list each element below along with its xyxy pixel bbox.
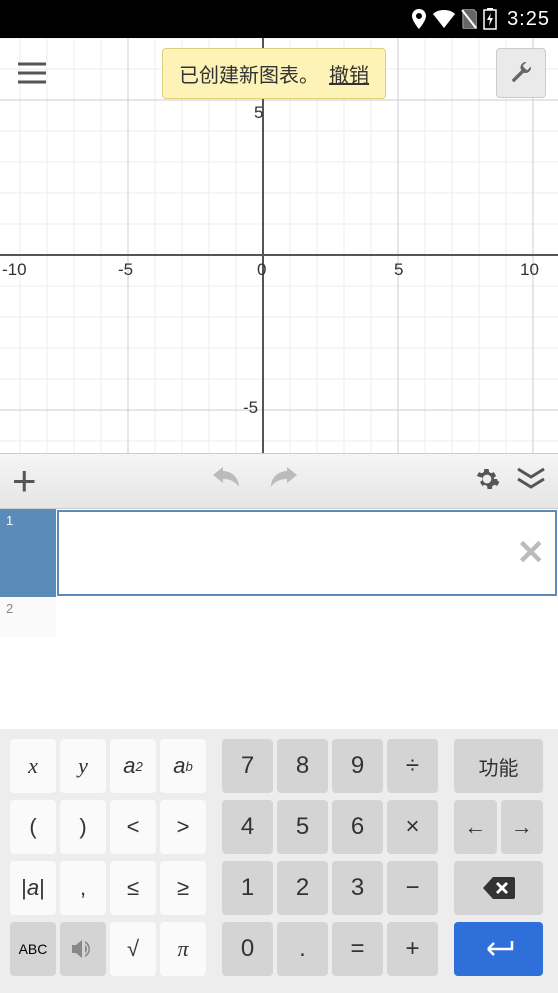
graph-settings-button[interactable] xyxy=(496,48,546,98)
key-gt[interactable]: > xyxy=(160,800,206,854)
key-6[interactable]: 6 xyxy=(332,800,383,854)
expression-row-2[interactable]: 2 xyxy=(0,597,558,637)
key-minus[interactable]: − xyxy=(387,861,438,915)
key-sqrt[interactable]: √ xyxy=(110,922,156,976)
key-a-power-b[interactable]: ab xyxy=(160,739,206,793)
undo-link[interactable]: 撤销 xyxy=(329,59,369,88)
key-0[interactable]: 0 xyxy=(222,922,273,976)
toast-notification: 已创建新图表。 撤销 xyxy=(162,48,386,99)
key-9[interactable]: 9 xyxy=(332,739,383,793)
key-equals[interactable]: = xyxy=(332,922,383,976)
x-tick-10: 10 xyxy=(520,260,539,280)
expression-list: 1 ✕ 2 xyxy=(0,509,558,729)
key-decimal[interactable]: . xyxy=(277,922,328,976)
key-lparen[interactable]: ( xyxy=(10,800,56,854)
key-2[interactable]: 2 xyxy=(277,861,328,915)
collapse-keyboard-button[interactable] xyxy=(516,467,546,496)
key-a-squared[interactable]: a2 xyxy=(110,739,156,793)
key-plus[interactable]: + xyxy=(387,922,438,976)
key-enter[interactable] xyxy=(454,922,543,976)
redo-button[interactable] xyxy=(265,467,299,496)
key-3[interactable]: 3 xyxy=(332,861,383,915)
x-tick-neg5: -5 xyxy=(118,260,133,280)
key-rparen[interactable]: ) xyxy=(60,800,106,854)
key-ge[interactable]: ≥ xyxy=(160,861,206,915)
key-pi[interactable]: π xyxy=(160,922,206,976)
clock-time: 3:25 xyxy=(507,8,550,31)
expression-input[interactable]: ✕ xyxy=(57,510,557,596)
key-y[interactable]: y xyxy=(60,739,106,793)
key-arrow-right[interactable]: → xyxy=(501,800,544,854)
key-7[interactable]: 7 xyxy=(222,739,273,793)
math-keyboard: x y a2 ab 7 8 9 ÷ 功能 ( ) < > 4 5 6 × ← →… xyxy=(0,729,558,993)
key-divide[interactable]: ÷ xyxy=(387,739,438,793)
key-1[interactable]: 1 xyxy=(222,861,273,915)
key-arrow-left[interactable]: ← xyxy=(454,800,497,854)
y-tick-neg5: -5 xyxy=(243,398,258,418)
battery-charging-icon xyxy=(483,8,497,30)
x-tick-neg10: -10 xyxy=(2,260,27,280)
key-backspace[interactable] xyxy=(454,861,543,915)
key-functions[interactable]: 功能 xyxy=(454,739,543,793)
key-5[interactable]: 5 xyxy=(277,800,328,854)
add-expression-button[interactable]: + xyxy=(12,457,37,505)
no-sim-icon xyxy=(461,9,477,29)
key-x[interactable]: x xyxy=(10,739,56,793)
toast-message: 已创建新图表。 xyxy=(179,59,319,88)
key-comma[interactable]: , xyxy=(60,861,106,915)
gear-icon[interactable] xyxy=(474,466,500,497)
android-status-bar: 3:25 xyxy=(0,0,558,38)
key-lt[interactable]: < xyxy=(110,800,156,854)
undo-button[interactable] xyxy=(211,467,245,496)
key-8[interactable]: 8 xyxy=(277,739,328,793)
expression-panel-header: + xyxy=(0,453,558,509)
expression-index: 2 xyxy=(0,597,56,637)
key-abs[interactable]: |a| xyxy=(10,861,56,915)
x-tick-5: 5 xyxy=(394,260,403,280)
key-le[interactable]: ≤ xyxy=(110,861,156,915)
wifi-icon xyxy=(433,10,455,28)
delete-expression-button[interactable]: ✕ xyxy=(517,533,546,573)
origin-0: 0 xyxy=(257,260,266,280)
menu-button[interactable] xyxy=(12,53,52,93)
key-4[interactable]: 4 xyxy=(222,800,273,854)
location-icon xyxy=(411,9,427,29)
expression-index: 1 xyxy=(0,509,56,597)
expression-row-1[interactable]: 1 ✕ xyxy=(0,509,558,597)
key-abc[interactable]: ABC xyxy=(10,922,56,976)
key-multiply[interactable]: × xyxy=(387,800,438,854)
key-audio[interactable] xyxy=(60,922,106,976)
expression-input-empty[interactable] xyxy=(57,598,557,636)
